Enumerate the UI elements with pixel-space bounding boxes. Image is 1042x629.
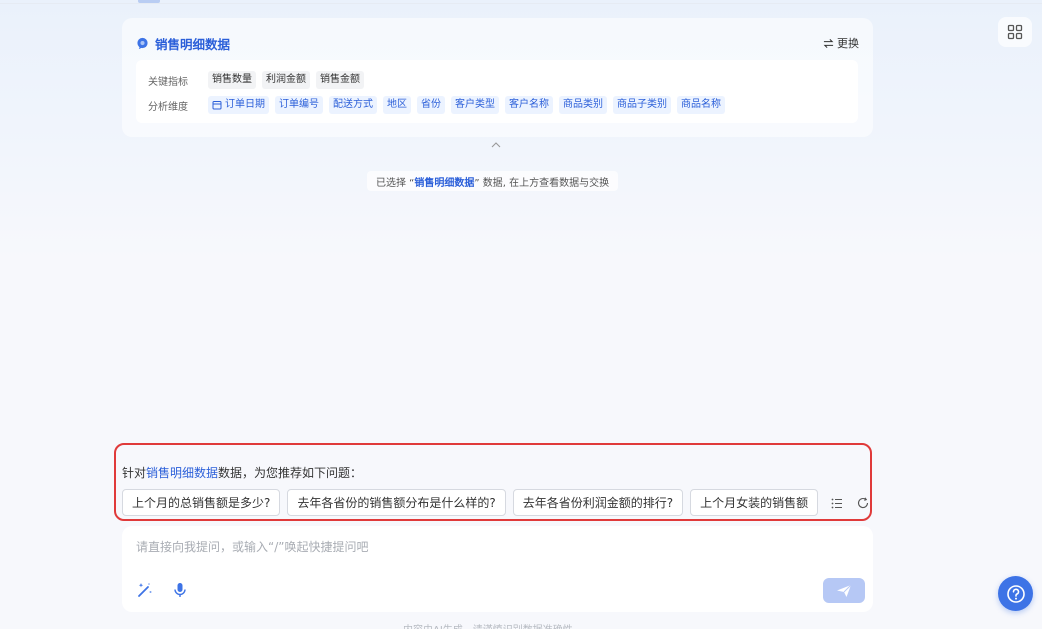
microphone-icon (174, 583, 186, 597)
dimension-chip: 商品名称 (677, 96, 725, 114)
dimension-chip: 地区 (383, 96, 411, 114)
dimension-chip: 订单日期 (208, 96, 269, 114)
dimensions-label: 分析维度 (148, 101, 188, 113)
refresh-icon (857, 497, 869, 509)
dataset-card-header: 销售明细数据 (136, 34, 230, 53)
dataset-card: 销售明细数据 更换 关键指标 销售数量 利润金额 销售金额 分析维度 订单日期 … (122, 18, 873, 137)
dimension-chip: 商品类别 (559, 96, 607, 114)
dimension-chip: 商品子类别 (613, 96, 671, 114)
suggested-question[interactable]: 上个月的总销售额是多少? (122, 489, 281, 516)
dataset-title: 销售明细数据 (155, 37, 231, 52)
metric-chip: 销售金额 (316, 71, 364, 89)
switch-dataset-button[interactable]: 更换 (823, 35, 859, 51)
dimension-chip: 订单编号 (275, 96, 323, 114)
dimension-chip: 客户名称 (505, 96, 553, 114)
suggested-questions-title: 针对销售明细数据数据，为您推荐如下问题： (122, 464, 362, 481)
apps-grid-button[interactable] (998, 17, 1032, 47)
magic-wand-button[interactable] (136, 581, 154, 599)
selected-info-suffix: ” 数据, 在上方查看数据与交换 (474, 177, 610, 189)
help-icon (1006, 584, 1025, 603)
chat-bubble-icon (137, 37, 148, 50)
top-divider (0, 3, 1042, 4)
dataset-details: 关键指标 销售数量 利润金额 销售金额 分析维度 订单日期 订单编号 配送方式 … (136, 60, 858, 123)
switch-label: 更换 (837, 37, 859, 50)
collapse-caret-icon[interactable] (491, 140, 501, 151)
help-button[interactable] (998, 576, 1033, 611)
grid-icon (1007, 24, 1023, 40)
send-button[interactable] (823, 578, 865, 603)
metrics-label: 关键指标 (148, 76, 188, 88)
dimension-chip: 客户类型 (451, 96, 499, 114)
suggested-questions-panel: 针对销售明细数据数据，为您推荐如下问题： 上个月的总销售额是多少? 去年各省份的… (114, 443, 872, 521)
suggest-title-prefix: 针对 (122, 466, 147, 480)
selected-dataset-info: 已选择 “销售明细数据” 数据, 在上方查看数据与交换 (367, 171, 619, 191)
metrics-row: 关键指标 销售数量 利润金额 销售金额 (148, 70, 846, 90)
send-icon (837, 584, 852, 597)
selected-info-prefix: 已选择 “ (376, 177, 415, 189)
suggest-title-dataset: 销售明细数据 (146, 466, 219, 480)
more-questions-button[interactable] (828, 493, 846, 513)
dimension-chip: 省份 (417, 96, 445, 114)
suggested-question[interactable]: 去年各省份的销售额分布是什么样的? (287, 489, 506, 516)
suggest-title-suffix: 数据，为您推荐如下问题： (218, 466, 363, 480)
swap-icon (823, 38, 834, 48)
metric-chip: 利润金额 (262, 71, 310, 89)
question-input[interactable] (136, 536, 836, 558)
selected-dataset-link[interactable]: 销售明细数据 (414, 174, 474, 189)
magic-wand-icon (138, 583, 152, 597)
ai-disclaimer: 内容由AI生成，请谨慎识别数据准确性 (403, 621, 573, 629)
suggested-questions-row: 上个月的总销售额是多少? 去年各省份的销售额分布是什么样的? 去年各省份利润金额… (122, 489, 832, 517)
dimensions-row: 分析维度 订单日期 订单编号 配送方式 地区 省份 客户类型 客户名称 商品类别… (148, 95, 846, 115)
metric-chip: 销售数量 (208, 71, 256, 89)
suggested-question[interactable]: 上个月女装的销售额 (690, 489, 819, 516)
calendar-icon (212, 101, 222, 110)
list-icon (831, 498, 842, 508)
refresh-questions-button[interactable] (854, 493, 872, 513)
suggested-question[interactable]: 去年各省份利润金额的排行? (512, 489, 684, 516)
dimension-chip: 配送方式 (329, 96, 377, 114)
voice-input-button[interactable] (171, 581, 189, 599)
dimension-chip-label: 订单日期 (225, 99, 265, 110)
chat-input-box (122, 526, 873, 612)
